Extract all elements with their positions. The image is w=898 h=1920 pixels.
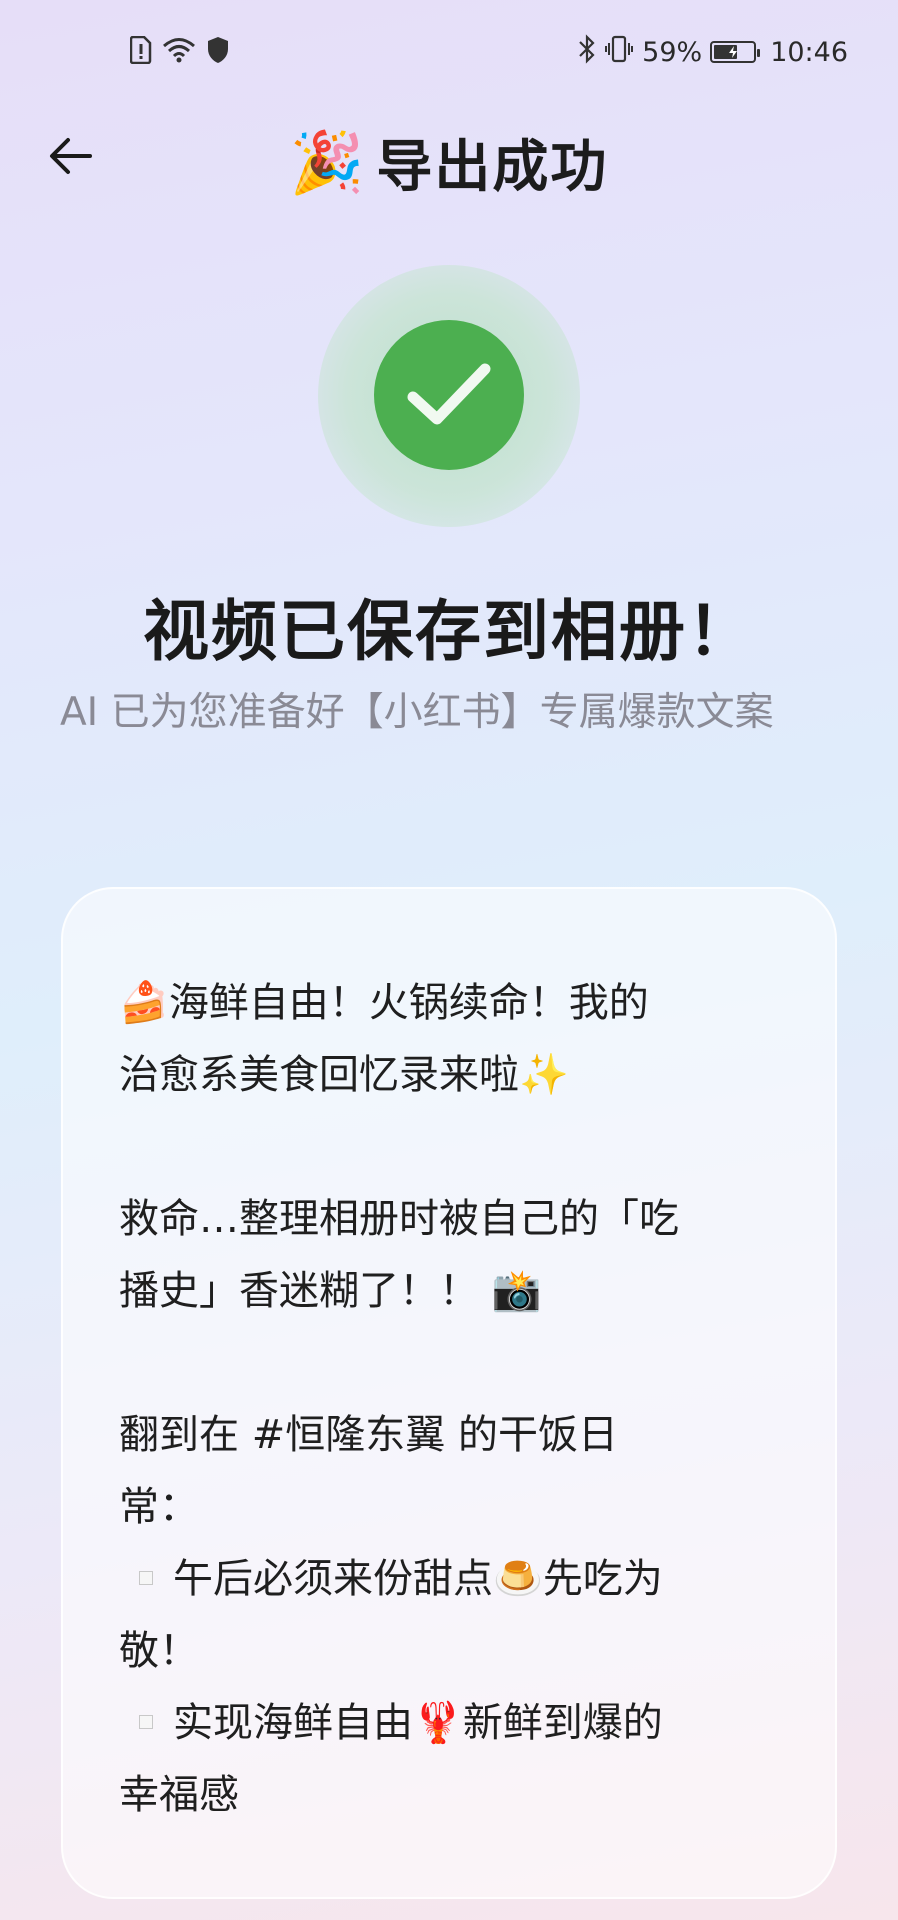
success-badge — [374, 320, 524, 470]
caption-line-text: 实现海鲜自由 — [173, 1700, 413, 1746]
caption-line-text: 先吃为 — [542, 1556, 663, 1602]
success-subtext: AI 已为您准备好【小红书】专属爆款文案 — [60, 690, 774, 735]
caption-line: 幸福感 — [119, 1759, 779, 1831]
bluetooth-icon — [578, 33, 596, 71]
caption-card[interactable]: 🍰海鲜自由！火锅续命！我的 治愈系美食回忆录来啦✨ 救命…整理相册时被自己的「吃… — [61, 887, 837, 1899]
status-right-icons: 59% 10:46 — [578, 33, 848, 71]
success-heading: 视频已保存到相册！ — [143, 593, 755, 670]
caption-line-text: 翻到在 #恒隆东翼 的干饭日 — [119, 1412, 618, 1458]
caption-line: 治愈系美食回忆录来啦✨ — [119, 1039, 779, 1111]
caption-line: 午后必须来份甜点🍮先吃为 — [119, 1543, 779, 1615]
cake-emoji: 🍰 — [119, 980, 169, 1026]
page-title: 导出成功 — [376, 135, 609, 200]
caption-line-text: 海鲜自由！火锅续命！我的 — [168, 980, 649, 1026]
caption-line-text: 幸福感 — [119, 1772, 239, 1818]
caption-line: 实现海鲜自由🦞新鲜到爆的 — [119, 1687, 779, 1759]
party-popper-icon: 🎉 — [289, 127, 365, 198]
caption-line-text: 午后必须来份甜点 — [173, 1556, 493, 1602]
caption-line: 翻到在 #恒隆东翼 的干饭日 — [119, 1399, 779, 1471]
vibrate-icon — [604, 34, 634, 71]
wifi-icon — [162, 36, 196, 68]
bullet-box-icon — [139, 1715, 153, 1729]
caption-line-text: 治愈系美食回忆录来啦 — [119, 1052, 519, 1098]
caption-line: 常： — [119, 1471, 779, 1543]
camera-emoji: 📸 — [491, 1268, 542, 1314]
status-bar: 59% 10:46 — [0, 0, 898, 104]
clock: 10:46 — [770, 36, 848, 68]
caption-line-text: 救命…整理相册时被自己的「吃 — [119, 1196, 679, 1242]
caption-text: 🍰海鲜自由！火锅续命！我的 治愈系美食回忆录来啦✨ 救命…整理相册时被自己的「吃… — [119, 967, 779, 1831]
battery-icon — [710, 41, 761, 63]
battery-percent: 59% — [642, 36, 703, 68]
checkmark-icon — [407, 363, 491, 425]
lobster-emoji: 🦞 — [413, 1700, 463, 1746]
caption-line-text: 敬！ — [119, 1628, 199, 1674]
caption-line: 敬！ — [119, 1615, 779, 1687]
bullet-box-icon — [139, 1571, 153, 1585]
shield-icon — [206, 36, 230, 68]
sparkles-emoji: ✨ — [519, 1052, 569, 1098]
pudding-emoji: 🍮 — [493, 1556, 543, 1602]
title-wrap: 🎉 导出成功 — [0, 122, 898, 203]
caption-line-text: 常： — [119, 1484, 199, 1530]
sim-alert-icon — [129, 35, 152, 68]
caption-line-text: 新鲜到爆的 — [462, 1700, 663, 1746]
caption-line: 救命…整理相册时被自己的「吃 — [119, 1183, 779, 1255]
caption-line-text: 播史」香迷糊了！！ — [119, 1268, 479, 1314]
status-left-icons — [129, 34, 230, 70]
header: 🎉 导出成功 — [0, 104, 898, 214]
caption-line: 🍰海鲜自由！火锅续命！我的 — [119, 967, 779, 1039]
caption-line: 播史」香迷糊了！！ 📸 — [119, 1255, 779, 1327]
